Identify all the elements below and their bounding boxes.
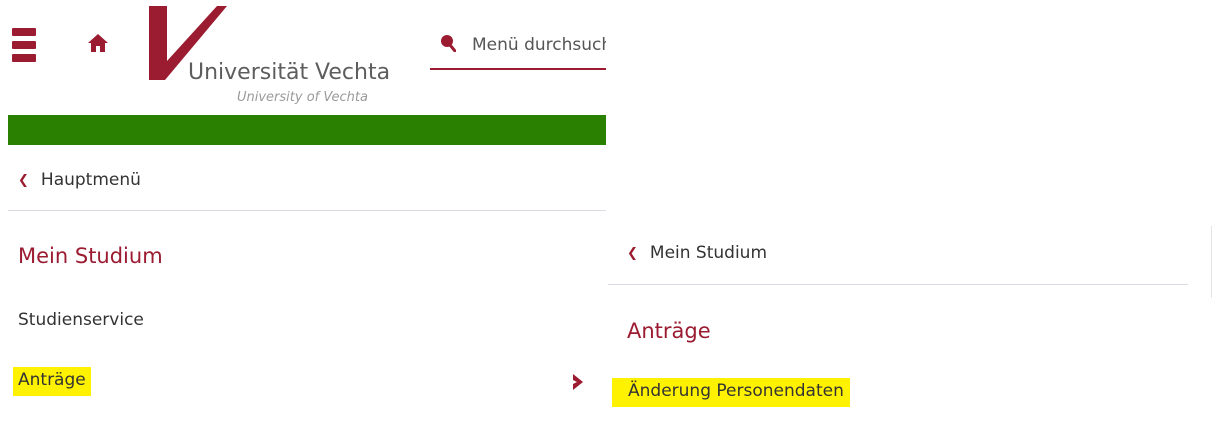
hamburger-bar bbox=[12, 28, 36, 36]
submenu-section-title: Anträge bbox=[627, 319, 711, 343]
university-name-english: University of Vechta bbox=[237, 90, 368, 105]
search-icon[interactable] bbox=[440, 34, 457, 53]
hamburger-bar bbox=[12, 54, 36, 62]
divider bbox=[8, 210, 606, 211]
hamburger-icon[interactable] bbox=[12, 28, 36, 62]
menu-item-studienservice[interactable]: Studienservice bbox=[18, 310, 144, 330]
divider bbox=[608, 284, 1188, 285]
university-name: Universität Vechta bbox=[188, 60, 391, 85]
chevron-right-icon[interactable] bbox=[572, 373, 584, 391]
panel-edge bbox=[1211, 226, 1212, 298]
search-input[interactable] bbox=[472, 32, 606, 58]
menu-section-title: Mein Studium bbox=[18, 244, 163, 268]
menu-item-antraege[interactable]: Anträge bbox=[13, 367, 91, 396]
back-link-label: Hauptmenü bbox=[40, 170, 141, 190]
hamburger-bar bbox=[12, 41, 36, 49]
chevron-left-icon: ❮ bbox=[627, 245, 638, 261]
back-to-mein-studium-link[interactable]: ❮ Mein Studium bbox=[627, 243, 767, 263]
chevron-left-icon: ❮ bbox=[18, 172, 29, 188]
menu-item-aenderung-personendaten[interactable]: Änderung Personendaten bbox=[612, 378, 850, 407]
home-icon[interactable] bbox=[87, 33, 109, 53]
header-accent-bar bbox=[8, 115, 606, 145]
search-box[interactable] bbox=[430, 28, 606, 70]
back-link-label: Mein Studium bbox=[649, 243, 768, 263]
back-to-main-menu-link[interactable]: ❮ Hauptmenü bbox=[18, 170, 141, 190]
